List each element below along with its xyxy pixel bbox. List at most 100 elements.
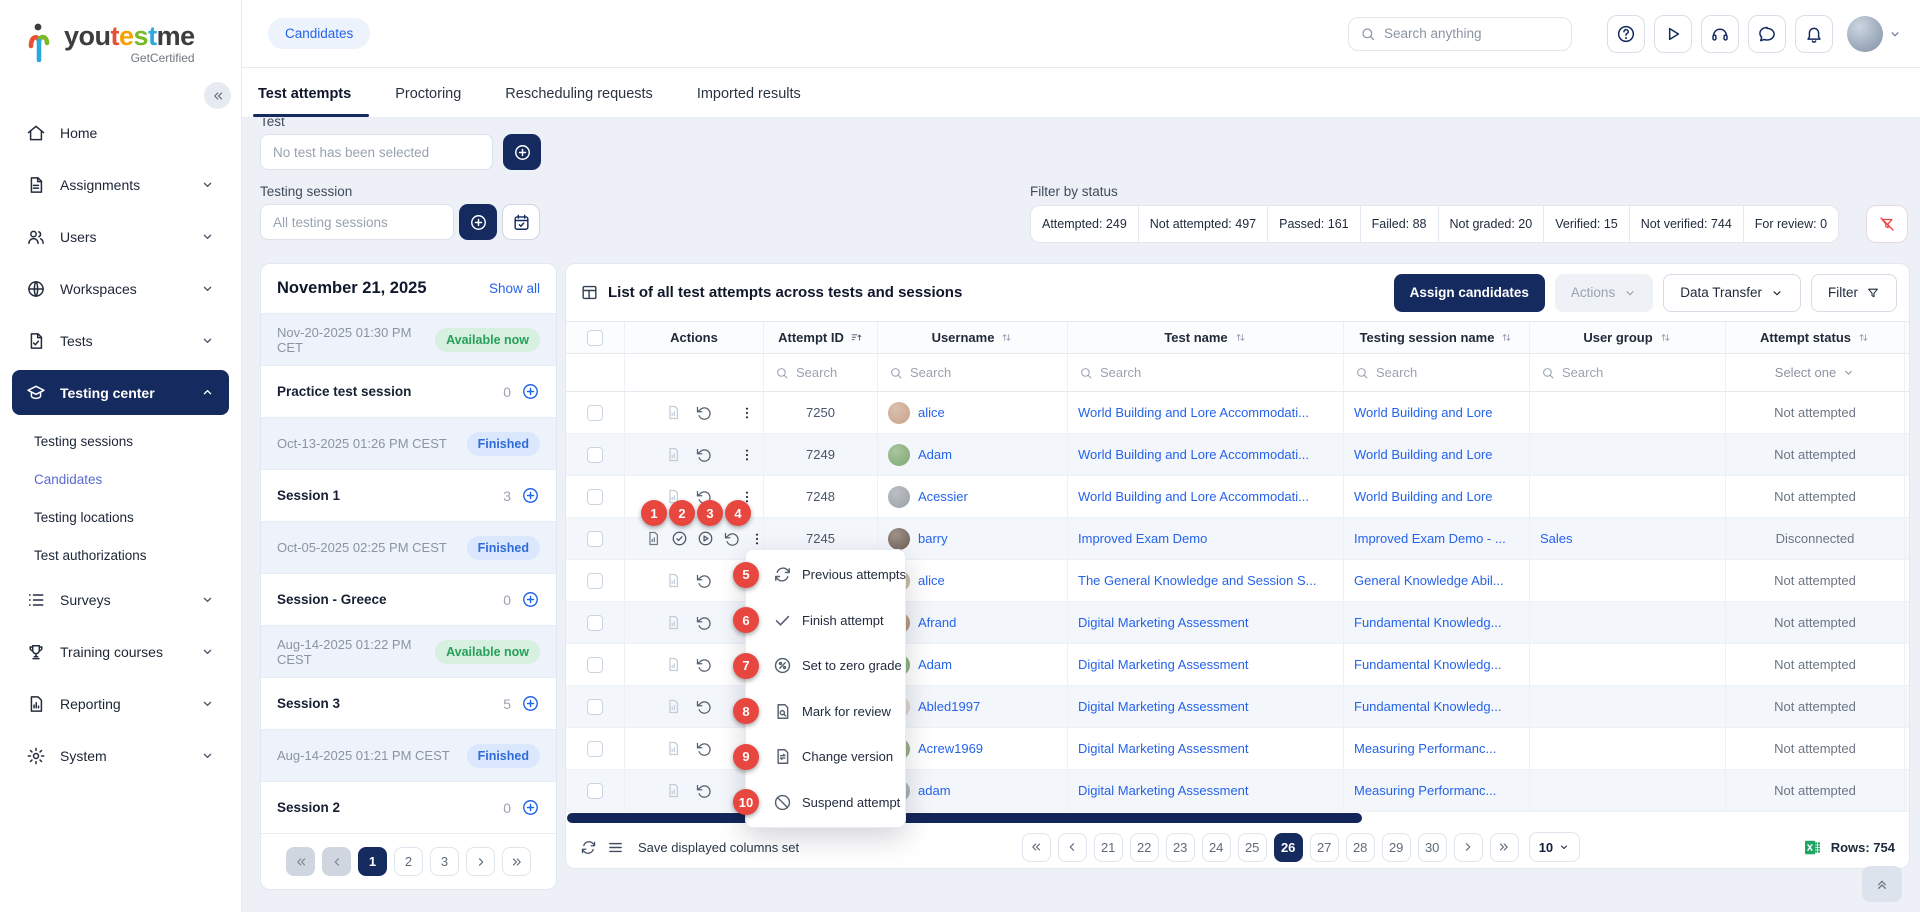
column-search-input[interactable] (1100, 365, 1343, 380)
refresh-icon[interactable] (580, 839, 597, 856)
session-name-link[interactable]: Measuring Performanc... (1354, 741, 1496, 756)
retake-attempt-icon[interactable] (695, 572, 712, 589)
menu-item-change-version[interactable]: 9Change version (746, 734, 905, 780)
tab-proctoring[interactable]: Proctoring (395, 86, 461, 117)
session-input[interactable] (273, 215, 441, 230)
column-search-field[interactable] (1530, 365, 1725, 380)
session-name-link[interactable]: Fundamental Knowledg... (1354, 657, 1501, 672)
column-search-field[interactable] (764, 365, 877, 380)
breadcrumb[interactable]: Candidates (268, 18, 370, 49)
add-attempt-icon[interactable] (521, 382, 540, 401)
session-row[interactable]: Session 35 (261, 678, 556, 730)
test-name-link[interactable]: Digital Marketing Assessment (1078, 657, 1249, 672)
status-chip-attempted[interactable]: Attempted: 249 (1031, 206, 1139, 242)
column-search-input[interactable] (1562, 365, 1725, 380)
sidebar-item-users[interactable]: Users (12, 214, 229, 259)
sidebar-item-test-authorizations[interactable]: Test authorizations (12, 536, 229, 574)
page-button-1[interactable]: 1 (358, 847, 387, 876)
session-name-link[interactable]: Fundamental Knowledg... (1354, 615, 1501, 630)
add-attempt-icon[interactable] (521, 798, 540, 817)
page-button-30[interactable]: 30 (1418, 833, 1447, 862)
username-link[interactable]: Adam (918, 447, 952, 462)
session-row[interactable]: Session 13 (261, 470, 556, 522)
page-button-25[interactable]: 25 (1238, 833, 1267, 862)
page-button-23[interactable]: 23 (1166, 833, 1195, 862)
retake-attempt-icon[interactable] (695, 782, 712, 799)
page-button-29[interactable]: 29 (1382, 833, 1411, 862)
session-row[interactable]: Practice test session0 (261, 366, 556, 418)
session-name-link[interactable]: World Building and Lore (1354, 447, 1493, 462)
rows-per-page-dropdown[interactable]: 10 (1529, 832, 1580, 862)
sidebar-item-home[interactable]: Home (12, 110, 229, 155)
previous-page-button[interactable] (1058, 833, 1087, 862)
assign-candidates-button[interactable]: Assign candidates (1394, 274, 1545, 312)
sidebar-item-training-courses[interactable]: Training courses (12, 629, 229, 674)
sidebar-item-candidates[interactable]: Candidates (12, 460, 229, 498)
add-test-button[interactable] (503, 134, 541, 170)
session-name-link[interactable]: Measuring Performanc... (1354, 783, 1496, 798)
personal-report-icon[interactable] (665, 656, 682, 673)
column-search-input[interactable] (910, 365, 1067, 380)
user-group-link[interactable]: Sales (1540, 531, 1573, 546)
test-name-link[interactable]: Digital Marketing Assessment (1078, 741, 1249, 756)
clear-status-filter-button[interactable] (1866, 205, 1908, 243)
session-calendar-button[interactable] (502, 204, 540, 240)
column-header-label[interactable]: Username (932, 330, 1014, 345)
test-filter-input[interactable] (260, 134, 493, 170)
test-name-link[interactable]: Improved Exam Demo (1078, 531, 1207, 546)
column-header-label[interactable]: User group (1583, 330, 1671, 345)
test-input[interactable] (273, 145, 480, 160)
global-search[interactable] (1348, 17, 1572, 51)
sidebar-collapse-button[interactable] (204, 82, 231, 109)
session-name-link[interactable]: Fundamental Knowledg... (1354, 699, 1501, 714)
username-link[interactable]: Abled1997 (918, 699, 980, 714)
row-checkbox[interactable] (587, 741, 603, 757)
play-button[interactable] (1654, 15, 1692, 53)
last-page-button[interactable] (502, 847, 531, 876)
session-filter-input[interactable] (260, 204, 454, 240)
session-row[interactable]: Session - Greece0 (261, 574, 556, 626)
page-button-2[interactable]: 2 (394, 847, 423, 876)
row-checkbox[interactable] (587, 489, 603, 505)
previous-page-button[interactable] (322, 847, 351, 876)
tab-imported-results[interactable]: Imported results (697, 86, 801, 117)
row-checkbox[interactable] (587, 699, 603, 715)
help-button[interactable] (1607, 15, 1645, 53)
column-header-label[interactable]: Attempt status (1760, 330, 1870, 345)
sidebar-item-testing-sessions[interactable]: Testing sessions (12, 422, 229, 460)
horizontal-scrollbar[interactable] (567, 813, 1362, 823)
headset-button[interactable] (1701, 15, 1739, 53)
verify-attempt-icon[interactable] (671, 530, 688, 547)
menu-item-previous-attempts[interactable]: 5Previous attempts (746, 552, 905, 598)
sidebar-item-system[interactable]: System (12, 733, 229, 778)
username-link[interactable]: alice (918, 405, 945, 420)
sidebar-item-testing-locations[interactable]: Testing locations (12, 498, 229, 536)
username-link[interactable]: alice (918, 573, 945, 588)
row-checkbox[interactable] (587, 531, 603, 547)
status-chip-for-review[interactable]: For review: 0 (1744, 206, 1838, 242)
username-link[interactable]: barry (918, 531, 948, 546)
last-page-button[interactable] (1490, 833, 1519, 862)
status-chip-failed[interactable]: Failed: 88 (1361, 206, 1439, 242)
tab-test-attempts[interactable]: Test attempts (258, 86, 351, 117)
row-checkbox[interactable] (587, 447, 603, 463)
add-attempt-icon[interactable] (521, 590, 540, 609)
personal-report-icon[interactable] (665, 404, 682, 421)
actions-dropdown-button[interactable]: Actions (1555, 274, 1653, 312)
sidebar-item-surveys[interactable]: Surveys (12, 577, 229, 622)
page-button-3[interactable]: 3 (430, 847, 459, 876)
page-button-28[interactable]: 28 (1346, 833, 1375, 862)
test-name-link[interactable]: Digital Marketing Assessment (1078, 615, 1249, 630)
add-session-button[interactable] (459, 204, 497, 240)
test-name-link[interactable]: The General Knowledge and Session S... (1078, 573, 1316, 588)
bell-button[interactable] (1795, 15, 1833, 53)
page-button-26[interactable]: 26 (1274, 833, 1303, 862)
chevron-down-icon[interactable] (1888, 27, 1902, 41)
username-link[interactable]: Afrand (918, 615, 956, 630)
username-link[interactable]: Acrew1969 (918, 741, 983, 756)
session-name-link[interactable]: World Building and Lore (1354, 489, 1493, 504)
session-name-link[interactable]: General Knowledge Abil... (1354, 573, 1504, 588)
personal-report-icon[interactable] (665, 698, 682, 715)
add-attempt-icon[interactable] (521, 486, 540, 505)
menu-item-finish-attempt[interactable]: 6Finish attempt (746, 598, 905, 644)
